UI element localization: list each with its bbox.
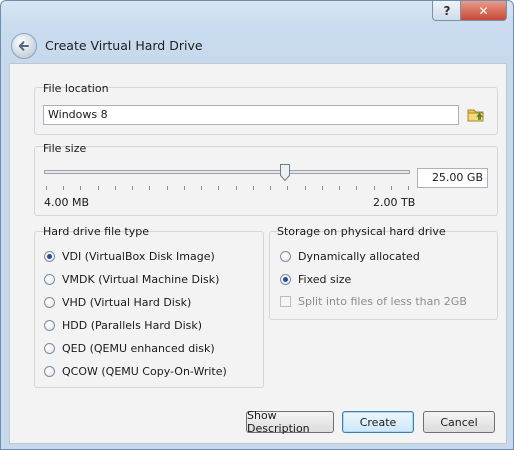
disk-type-option[interactable]: QCOW (QEMU Copy-On-Write): [44, 363, 227, 379]
file-size-slider-thumb[interactable]: [279, 164, 290, 182]
disk-type-option[interactable]: VMDK (Virtual Machine Disk): [44, 271, 219, 287]
storage-option-label: Dynamically allocated: [298, 249, 420, 263]
slider-tick: [63, 186, 65, 190]
slider-tick: [201, 186, 203, 190]
radio-button[interactable]: [280, 273, 291, 285]
slider-tick: [408, 186, 409, 190]
slider-tick: [97, 186, 99, 190]
disk-type-option[interactable]: VDI (VirtualBox Disk Image): [44, 248, 215, 264]
disk-type-option[interactable]: VHD (Virtual Hard Disk): [44, 294, 191, 310]
file-size-input[interactable]: 25.00 GB: [417, 168, 488, 188]
slider-tick: [80, 186, 82, 190]
help-button[interactable]: ?: [432, 1, 462, 21]
file-location-label: File location: [43, 82, 109, 95]
slider-tick: [321, 186, 323, 190]
file-size-min-label: 4.00 MB: [44, 196, 90, 209]
disk-type-option-label: QCOW (QEMU Copy-On-Write): [62, 364, 227, 378]
file-size-max-label: 2.00 TB: [373, 196, 416, 209]
slider-tick: [183, 186, 185, 190]
slider-tick: [270, 186, 272, 190]
radio-button[interactable]: [44, 296, 55, 308]
radio-button[interactable]: [44, 342, 55, 354]
disk-type-label: Hard drive file type: [43, 225, 149, 238]
slider-tick: [287, 186, 289, 190]
slider-tick: [46, 186, 47, 190]
create-button[interactable]: Create: [342, 411, 414, 433]
back-button[interactable]: [11, 33, 37, 59]
slider-tick: [235, 186, 237, 190]
slider-tick: [252, 186, 254, 190]
slider-tick: [132, 186, 134, 190]
folder-browse-icon: [467, 109, 484, 122]
radio-button[interactable]: [44, 365, 55, 377]
slider-tick: [149, 186, 151, 190]
split-files-check-box[interactable]: [280, 295, 291, 307]
file-size-slider-track[interactable]: [44, 170, 410, 174]
wizard-header: Create Virtual Hard Drive: [1, 26, 513, 63]
cancel-button[interactable]: Cancel: [423, 411, 495, 433]
disk-type-option-label: VMDK (Virtual Machine Disk): [62, 272, 220, 286]
slider-tick: [356, 186, 358, 190]
disk-type-option-label: HDD (Parallels Hard Disk): [62, 318, 203, 332]
slider-tick: [304, 186, 306, 190]
disk-type-option-label: VHD (Virtual Hard Disk): [62, 295, 192, 309]
disk-type-option-label: VDI (VirtualBox Disk Image): [62, 249, 215, 263]
storage-option[interactable]: Fixed size: [280, 271, 351, 287]
storage-label: Storage on physical hard drive: [277, 225, 446, 238]
split-files-label: Split into files of less than 2GB: [298, 294, 467, 308]
split-files-checkbox[interactable]: Split into files of less than 2GB: [280, 293, 467, 309]
disk-type-option[interactable]: HDD (Parallels Hard Disk): [44, 317, 202, 333]
show-description-button[interactable]: Show Description: [246, 409, 334, 435]
disk-type-option-label: QED (QEMU enhanced disk): [62, 341, 215, 355]
radio-button[interactable]: [44, 250, 55, 262]
radio-button[interactable]: [44, 273, 55, 285]
slider-tick: [166, 186, 168, 190]
folder-browse-button[interactable]: [466, 105, 486, 125]
slider-thumb-icon: [279, 164, 290, 182]
file-location-input[interactable]: Windows 8: [43, 105, 459, 125]
close-button[interactable]: ✕: [460, 1, 507, 21]
disk-type-option[interactable]: QED (QEMU enhanced disk): [44, 340, 215, 356]
storage-option[interactable]: Dynamically allocated: [280, 248, 420, 264]
file-size-label: File size: [43, 142, 87, 155]
back-arrow-icon: [18, 41, 29, 51]
radio-button[interactable]: [280, 250, 291, 262]
slider-tick: [339, 186, 341, 190]
page-title: Create Virtual Hard Drive: [45, 38, 203, 53]
slider-tick: [390, 186, 392, 190]
radio-button[interactable]: [44, 319, 55, 331]
slider-tick: [373, 186, 375, 190]
storage-option-label: Fixed size: [298, 272, 352, 286]
slider-tick: [218, 186, 220, 190]
slider-tick: [114, 186, 116, 190]
